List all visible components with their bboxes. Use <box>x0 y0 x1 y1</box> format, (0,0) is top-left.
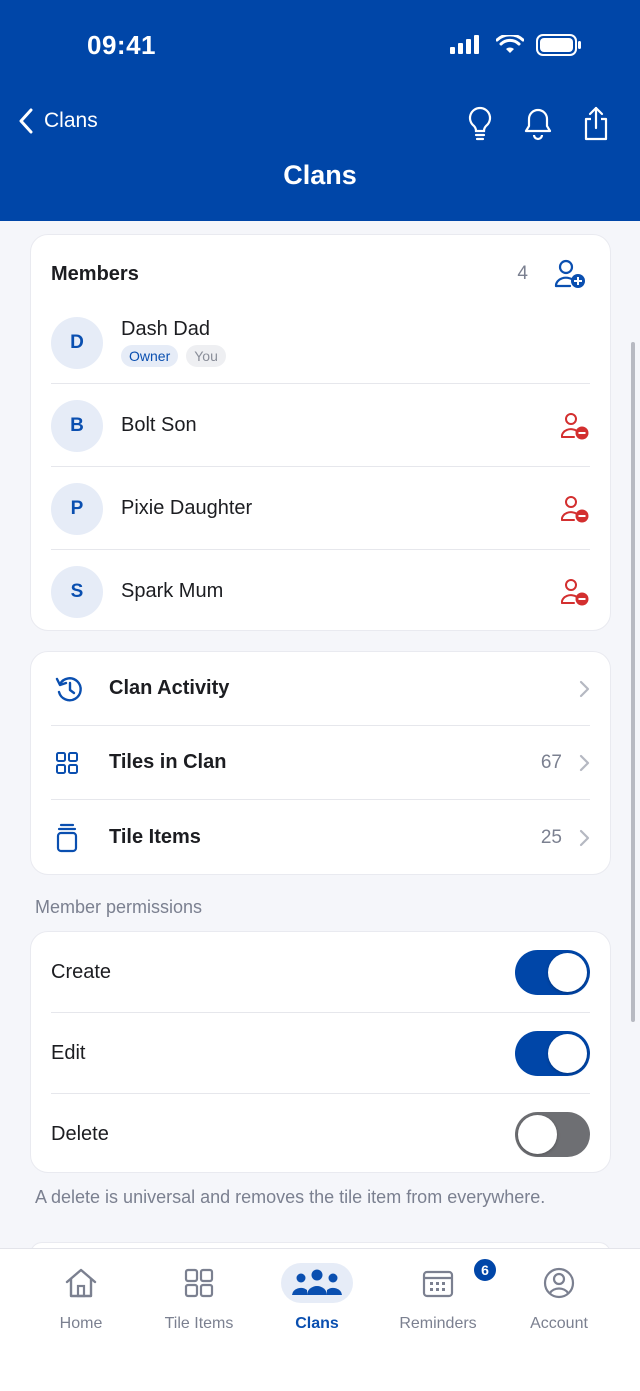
account-icon <box>543 1267 575 1299</box>
tab-reminders[interactable]: 6 Reminders <box>378 1257 498 1333</box>
permissions-section-label: Member permissions <box>35 897 203 917</box>
avatar: S <box>51 565 103 618</box>
remove-member-icon <box>561 412 589 439</box>
members-title: Members <box>51 262 139 285</box>
back-button[interactable]: Clans <box>18 108 98 134</box>
status-icons <box>450 34 582 56</box>
tab-label: Reminders <box>399 1315 477 1332</box>
toggle-knob <box>548 1033 587 1073</box>
grid-icon <box>56 751 78 774</box>
chevron-left-icon <box>19 108 33 134</box>
scrollbar[interactable] <box>631 342 635 1022</box>
avatar: D <box>51 316 103 369</box>
bell-icon <box>524 108 552 141</box>
permission-row-edit: Edit <box>51 1013 590 1093</box>
chevron-right-icon <box>579 754 590 771</box>
tab-account[interactable]: Account <box>499 1263 619 1333</box>
permissions-card: Create Edit Delete <box>30 931 611 1173</box>
divider <box>51 799 590 800</box>
permission-label: Create <box>51 960 112 983</box>
cellular-signal-icon <box>450 35 479 54</box>
member-row[interactable]: P Pixie Daughter <box>51 467 590 550</box>
share-icon <box>584 106 608 141</box>
member-row[interactable]: S Spark Mum <box>51 550 590 633</box>
edit-toggle[interactable] <box>515 1030 590 1076</box>
share-button[interactable] <box>580 106 612 142</box>
link-value: 25 <box>540 826 562 848</box>
tips-button[interactable] <box>464 106 496 142</box>
permissions-footnote: A delete is universal and removes the ti… <box>35 1187 546 1207</box>
permission-row-delete: Delete <box>51 1094 590 1174</box>
tab-home[interactable]: Home <box>21 1263 141 1333</box>
member-name: Spark Mum <box>121 580 224 602</box>
add-member-icon[interactable] <box>554 259 586 289</box>
tab-label: Clans <box>295 1315 339 1332</box>
delete-toggle[interactable] <box>515 1111 590 1157</box>
lightbulb-icon <box>468 106 492 141</box>
toggle-knob <box>518 1114 557 1154</box>
tile-items-link[interactable]: Tile Items 25 <box>51 801 590 874</box>
link-label: Tile Items <box>109 826 201 848</box>
clan-links-card: Clan Activity Tiles in Clan 67 Tile Item… <box>30 651 611 875</box>
tab-clans[interactable]: Clans <box>257 1263 377 1333</box>
jar-icon <box>56 823 78 852</box>
remove-member-button[interactable] <box>560 577 590 607</box>
permission-row-create: Create <box>51 932 590 1012</box>
clan-activity-link[interactable]: Clan Activity <box>51 652 590 725</box>
tab-bar: Home Tile Items Clans 6 Reminders Accoun… <box>0 1248 640 1391</box>
tab-tile-items[interactable]: Tile Items <box>139 1263 259 1333</box>
remove-member-button[interactable] <box>560 411 590 441</box>
tab-label: Tile Items <box>164 1315 234 1332</box>
avatar: P <box>51 482 103 535</box>
home-icon <box>65 1268 97 1298</box>
back-label: Clans <box>44 109 98 132</box>
status-time: 09:41 <box>87 30 156 60</box>
permission-label: Edit <box>51 1041 86 1064</box>
create-toggle[interactable] <box>515 949 590 995</box>
tiles-in-clan-link[interactable]: Tiles in Clan 67 <box>51 726 590 799</box>
members-header: Members 4 <box>51 259 586 289</box>
members-count: 4 <box>517 263 528 284</box>
chevron-right-icon <box>579 680 590 697</box>
link-label: Clan Activity <box>109 677 230 699</box>
app-header: 09:41 Clans Clans <box>0 0 640 221</box>
people-icon <box>292 1269 342 1295</box>
calendar-icon <box>422 1270 454 1298</box>
notifications-button[interactable] <box>522 106 554 142</box>
reminders-badge: 6 <box>472 1257 498 1283</box>
link-value: 67 <box>540 751 562 773</box>
remove-member-icon <box>561 578 589 605</box>
remove-member-button[interactable] <box>560 494 590 524</box>
tab-label: Account <box>530 1315 588 1332</box>
member-name: Dash Dad <box>121 318 210 340</box>
battery-icon <box>536 34 581 56</box>
member-name: Pixie Daughter <box>121 497 253 519</box>
permission-label: Delete <box>51 1122 109 1145</box>
remove-member-icon <box>561 495 589 522</box>
history-icon <box>55 676 82 701</box>
wifi-icon <box>496 35 524 53</box>
page-title: Clans <box>283 160 357 190</box>
toggle-knob <box>548 952 587 992</box>
chevron-right-icon <box>579 829 590 846</box>
tab-label: Home <box>59 1315 103 1332</box>
member-row[interactable]: D Dash Dad Owner You <box>51 301 590 384</box>
owner-badge: Owner <box>121 345 179 367</box>
header-actions <box>464 106 612 142</box>
grid-icon <box>184 1268 214 1298</box>
avatar: B <box>51 399 103 452</box>
members-card: Members 4 D Dash Dad Owner You B Bolt So… <box>30 234 611 631</box>
member-name: Bolt Son <box>121 414 197 436</box>
member-row[interactable]: B Bolt Son <box>51 384 590 467</box>
link-label: Tiles in Clan <box>109 751 227 773</box>
you-badge: You <box>186 345 226 367</box>
